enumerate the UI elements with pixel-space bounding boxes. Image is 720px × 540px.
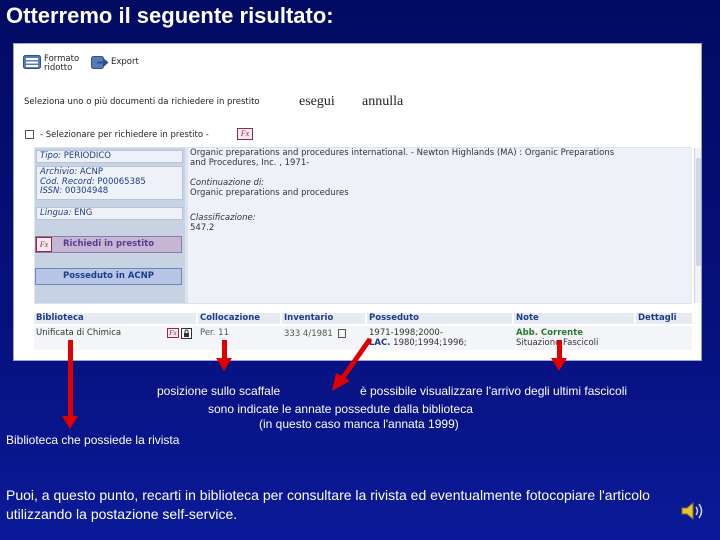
select-all-checkbox[interactable]	[25, 130, 34, 139]
list-format-icon[interactable]	[23, 55, 41, 69]
language-value: ENG	[74, 208, 93, 218]
selection-prompt: Seleziona uno o più documenti da richied…	[24, 97, 260, 107]
holdings-acnp-button[interactable]: Posseduto in ACNP	[35, 268, 182, 285]
annotation-latest-issues: è possibile visualizzare l'arrivo degli …	[360, 384, 628, 398]
opac-screenshot: Formato ridotto Export Seleziona uno o p…	[13, 43, 702, 361]
archive-value: ACNP	[79, 167, 103, 177]
annotation-years-held-1: sono indicate le annate possedute dalla …	[208, 402, 473, 416]
library-cell: Unificata di Chimica	[36, 328, 122, 338]
archive-field: Archivio: ACNP Cod. Record: P00065385 IS…	[36, 166, 183, 200]
footer-instructions: Puoi, a questo punto, recarti in bibliot…	[6, 487, 650, 522]
header-collocazione: Collocazione	[198, 313, 280, 324]
record-code-label: Cod. Record:	[40, 176, 95, 187]
continuation-value: Organic preparations and procedures	[190, 187, 349, 198]
type-field: Tipo: PERIODICO	[36, 150, 183, 163]
journal-title-line-2: and Procedures, Inc. , 1971-	[190, 157, 310, 168]
language-field: Lingua: ENG	[36, 207, 183, 220]
continuation-block: Continuazione di: Organic preparations a…	[190, 178, 680, 198]
fx-loan-button[interactable]: Fx	[36, 237, 52, 252]
checkbox-label: - Selezionare per richiedere in prestito…	[40, 130, 209, 140]
classification-label: Classificazione:	[190, 213, 256, 223]
arrow-library-stem	[68, 340, 73, 418]
journal-title: Organic preparations and procedures inte…	[190, 148, 680, 168]
header-dettagli: Dettagli	[636, 313, 692, 324]
speaker-icon[interactable]	[680, 500, 706, 522]
request-loan-label: Richiedi in prestito	[62, 239, 155, 249]
header-inventario: Inventario	[282, 313, 365, 324]
execute-button[interactable]: esegui	[299, 94, 335, 110]
cancel-button[interactable]: annulla	[362, 94, 403, 110]
export-arrow-icon[interactable]	[91, 56, 109, 69]
annotation-shelf: posizione sullo scaffale	[157, 384, 281, 398]
holdings-cell: 1971-1998;2000- LAC. 1980;1994;1996;	[367, 328, 467, 348]
format-label-2: ridotto	[44, 63, 73, 73]
classification-value: 547.2	[190, 222, 215, 233]
scrollbar-thumb[interactable]	[696, 158, 701, 266]
record-code-value: P00065385	[97, 176, 146, 187]
header-biblioteca: Biblioteca	[34, 313, 196, 324]
arrow-shelf-head	[216, 358, 232, 371]
record-scrollbar[interactable]	[694, 148, 701, 303]
export-button[interactable]: Export	[111, 58, 139, 67]
annotation-years-held-2: (in questo caso manca l'annata 1999)	[259, 417, 459, 431]
header-posseduto: Posseduto	[367, 313, 512, 324]
arrow-shelf-stem	[222, 340, 227, 360]
arrow-notes-stem	[557, 340, 562, 360]
annotation-library: Biblioteca che possiede la rivista	[6, 433, 180, 447]
issn-value: 00304948	[64, 186, 109, 196]
type-label: Tipo:	[40, 151, 62, 161]
archive-label: Archivio:	[40, 167, 78, 177]
arrow-notes-head	[551, 358, 567, 371]
fx-select-button[interactable]: Fx	[237, 128, 253, 140]
padlock-icon[interactable]	[181, 328, 192, 339]
slide-title: Otterremo il seguente risultato:	[6, 3, 334, 28]
inventory-value: 333 4/1981	[284, 329, 333, 339]
holdings-gap-years: 1980;1994;1996;	[393, 337, 467, 348]
shelf-mark-cell: Per. 11	[200, 328, 229, 338]
issn-label: ISSN:	[40, 186, 63, 196]
format-button[interactable]: Formato ridotto	[44, 55, 79, 73]
request-loan-button[interactable]: Richiedi in prestito	[35, 236, 182, 253]
classification-block: Classificazione: 547.2	[190, 213, 680, 233]
language-label: Lingua:	[40, 208, 72, 218]
arrow-library-head	[62, 416, 78, 429]
header-note: Note	[514, 313, 634, 324]
type-value: PERIODICO	[63, 151, 111, 161]
fx-library-button[interactable]: Fx	[167, 328, 179, 338]
